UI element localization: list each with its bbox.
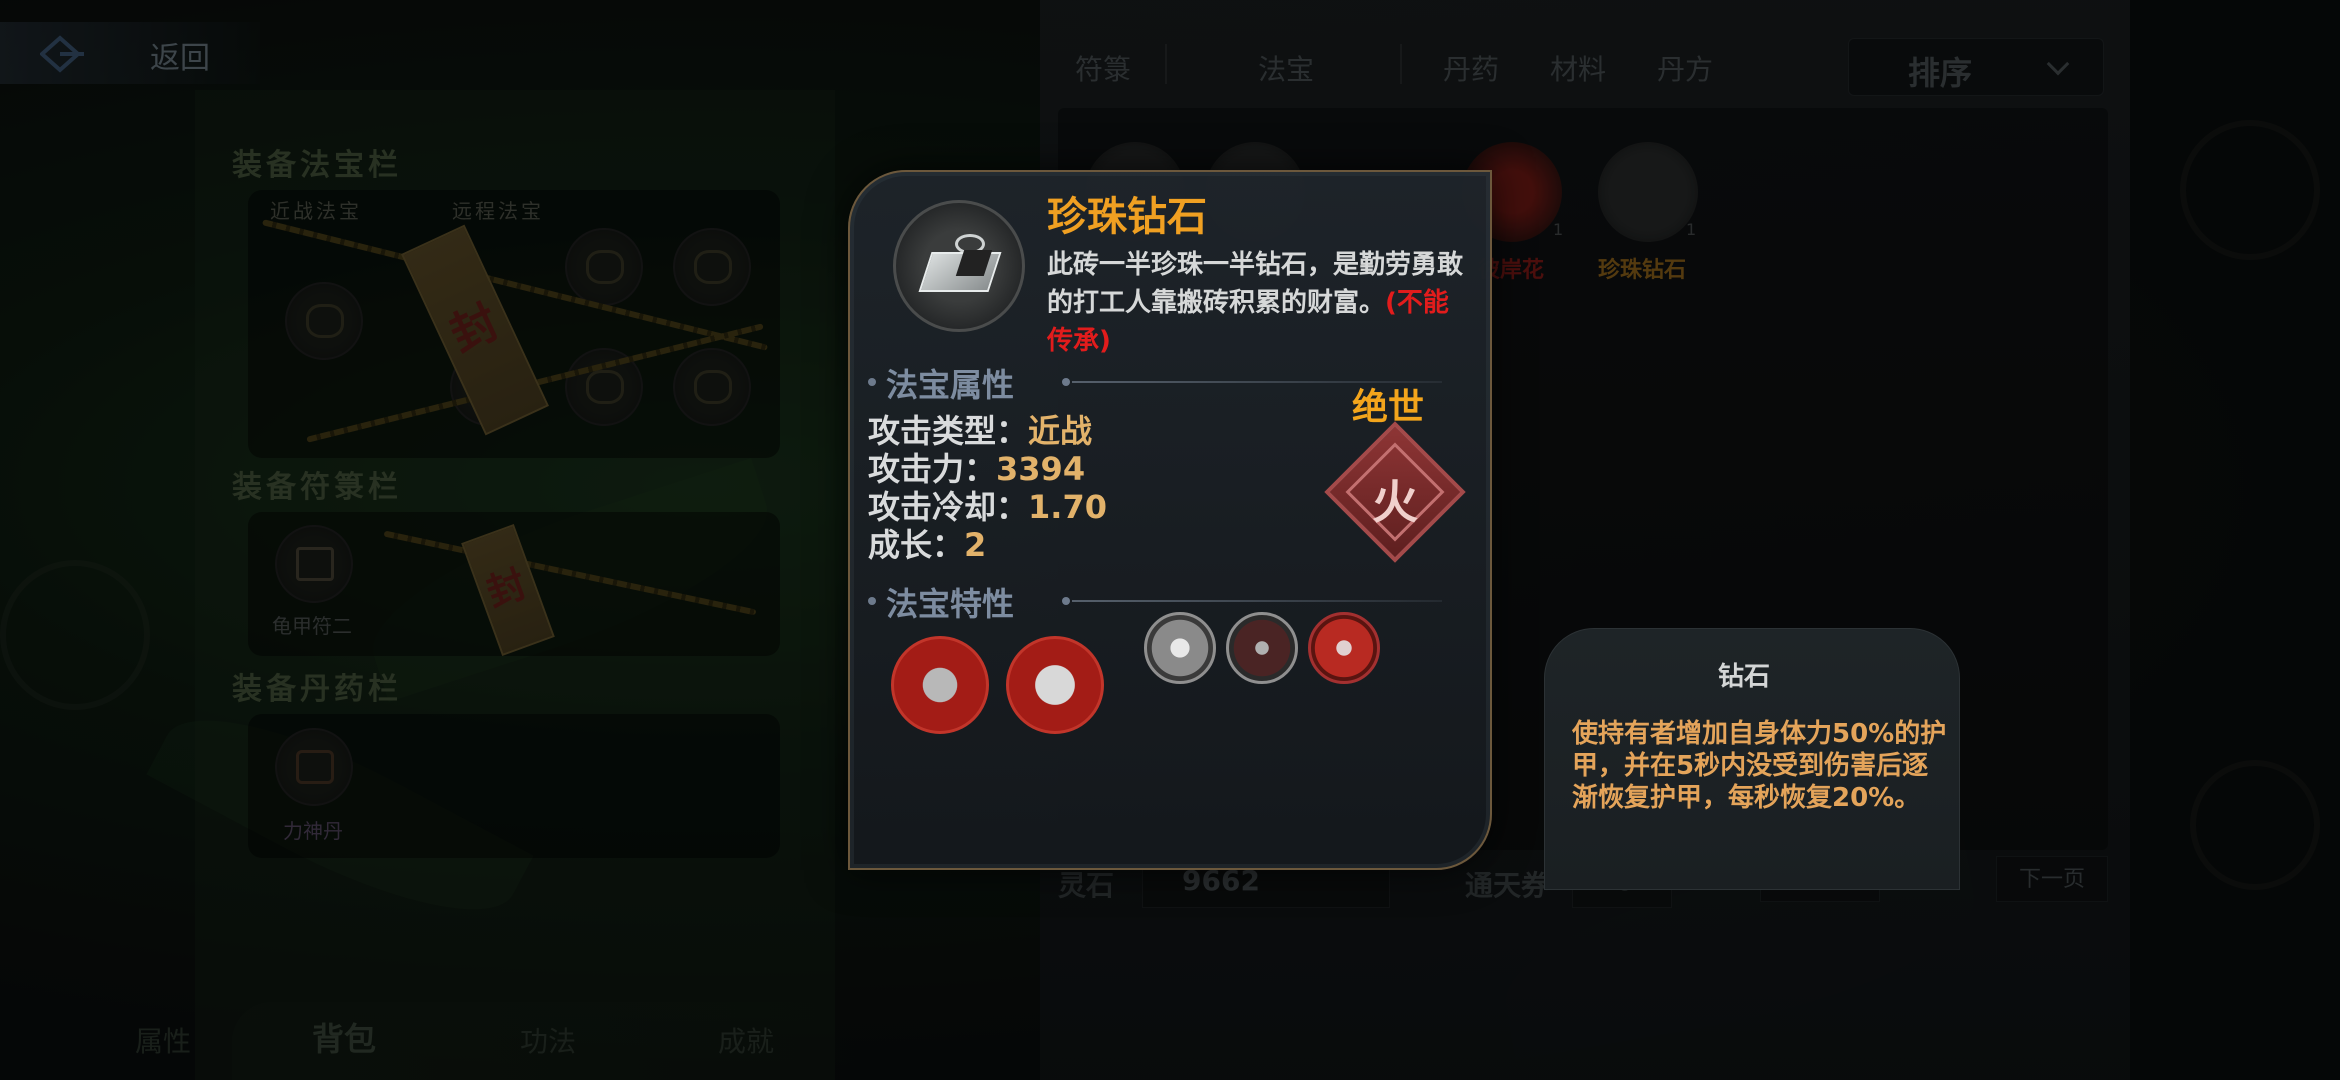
section-dot bbox=[868, 597, 876, 605]
attr-section-header: 法宝属性 bbox=[886, 366, 1015, 404]
section-dot bbox=[1062, 597, 1070, 605]
item-description: 此砖一半珍珠一半钻石，是勤劳勇敢的打工人靠搬砖积累的财富。(不能传承) bbox=[1047, 246, 1471, 360]
section-dot bbox=[868, 378, 876, 386]
element-glyph: 火 bbox=[1372, 475, 1418, 529]
tooltip-title: 钻石 bbox=[1717, 662, 1770, 692]
section-dot bbox=[1062, 378, 1070, 386]
slash-trait-icon[interactable] bbox=[1308, 612, 1380, 684]
pearl-trait-icon[interactable] bbox=[891, 636, 989, 734]
stat-label: 成长： bbox=[868, 526, 965, 564]
item-title: 珍珠钻石 bbox=[1047, 194, 1207, 240]
trait-section-header: 法宝特性 bbox=[886, 585, 1015, 623]
stat-growth: 成长：2 bbox=[868, 520, 986, 566]
section-divider bbox=[1072, 600, 1442, 602]
stat-value: 1.70 bbox=[1028, 488, 1107, 526]
stat-value: 2 bbox=[964, 526, 987, 564]
rarity-label: 绝世 bbox=[1352, 387, 1425, 428]
wing-trait-icon[interactable] bbox=[1144, 612, 1216, 684]
sword-trait-icon[interactable] bbox=[1226, 612, 1298, 684]
tooltip-description: 使持有者增加自身体力50%的护甲，并在5秒内没受到伤害后逐渐恢复护甲，每秒恢复2… bbox=[1572, 719, 1947, 813]
diamond-trait-icon[interactable] bbox=[1006, 636, 1104, 734]
